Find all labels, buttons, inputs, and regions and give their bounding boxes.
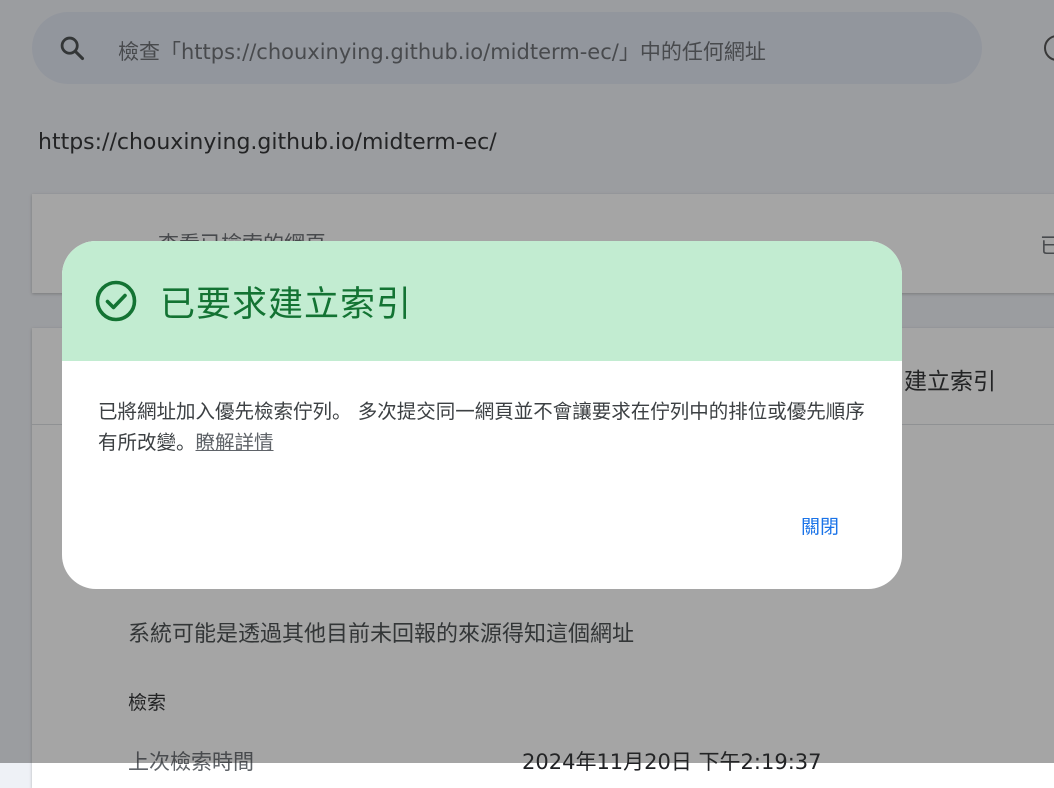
- indexing-requested-dialog: 已要求建立索引 已將網址加入優先檢索佇列。 多次提交同一網頁並不會讓要求在佇列中…: [62, 241, 902, 589]
- check-circle-icon: [95, 280, 137, 322]
- dialog-message: 已將網址加入優先檢索佇列。 多次提交同一網頁並不會讓要求在佇列中的排位或優先順序…: [98, 396, 878, 458]
- dialog-header: 已要求建立索引: [62, 241, 902, 361]
- close-button[interactable]: 關閉: [788, 509, 852, 541]
- learn-more-link[interactable]: 瞭解詳情: [196, 431, 274, 454]
- dialog-title: 已要求建立索引: [160, 285, 413, 325]
